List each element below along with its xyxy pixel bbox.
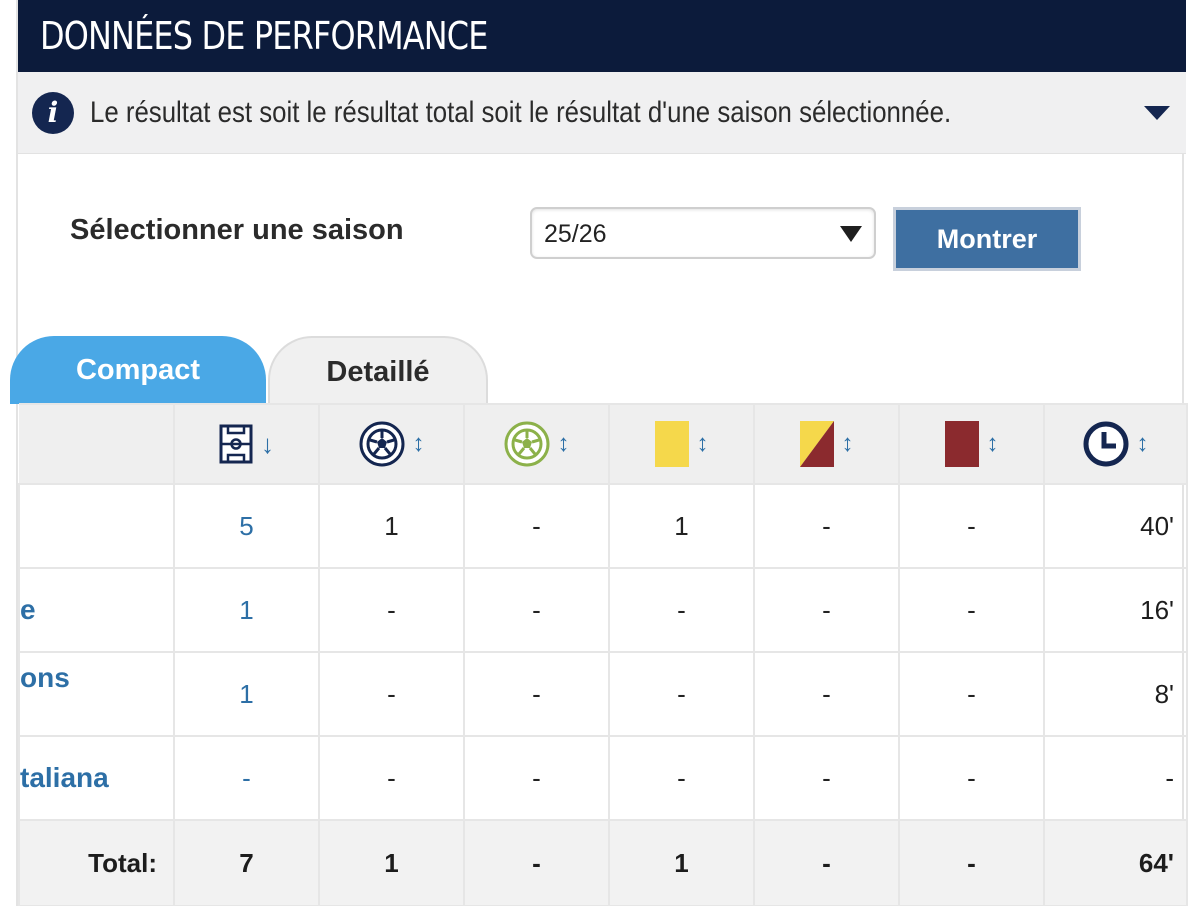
header-goals[interactable]: ↕ bbox=[318, 403, 465, 485]
tab-compact[interactable]: Compact bbox=[10, 336, 266, 404]
sort-arrow-icon[interactable]: ↕ bbox=[413, 432, 425, 456]
performance-table: ↓ ↕ ↕ ↕ ↕ ↕ ↕ 5 1 - 1 - - 40' e 1 - - - … bbox=[18, 403, 1188, 906]
pitch-icon bbox=[219, 424, 253, 464]
yellow-red-cards-value: - bbox=[753, 483, 900, 569]
header-yellow-red-cards[interactable]: ↕ bbox=[753, 403, 900, 485]
header-minutes[interactable]: ↕ bbox=[1043, 403, 1188, 485]
sort-arrow-icon[interactable]: ↕ bbox=[842, 432, 854, 456]
appearances-link[interactable]: 5 bbox=[173, 483, 320, 569]
red-cards-value: - bbox=[898, 651, 1045, 737]
sort-arrow-icon[interactable]: ↕ bbox=[987, 432, 999, 456]
header-appearances[interactable]: ↓ bbox=[173, 403, 320, 485]
yellow-cards-value: - bbox=[608, 651, 755, 737]
goal-ball-icon bbox=[359, 421, 404, 467]
dropdown-arrow-icon bbox=[840, 226, 862, 242]
panel-title: DONNÉES DE PERFORMANCE bbox=[40, 14, 488, 58]
assist-ball-icon bbox=[504, 421, 549, 467]
sort-arrow-icon[interactable]: ↕ bbox=[697, 432, 709, 456]
red-cards-value: - bbox=[898, 567, 1045, 653]
total-minutes: 64' bbox=[1043, 819, 1188, 906]
info-icon: i bbox=[32, 92, 74, 134]
minutes-clock-icon bbox=[1083, 421, 1128, 467]
yellow-cards-value: - bbox=[608, 567, 755, 653]
assists-value: - bbox=[463, 735, 610, 821]
yellow-cards-value: 1 bbox=[608, 483, 755, 569]
panel-header: DONNÉES DE PERFORMANCE bbox=[18, 0, 1186, 72]
yellow-cards-value: - bbox=[608, 735, 755, 821]
competition-link[interactable]: ons bbox=[18, 651, 175, 737]
header-red-cards[interactable]: ↕ bbox=[898, 403, 1045, 485]
sort-arrow-icon[interactable]: ↕ bbox=[1137, 432, 1149, 456]
red-card-icon bbox=[944, 421, 979, 467]
table-row: taliana - - - - - - - bbox=[18, 735, 1188, 821]
assists-value: - bbox=[463, 483, 610, 569]
minutes-value: 16' bbox=[1043, 567, 1188, 653]
season-label: Sélectionner une saison bbox=[70, 214, 404, 246]
header-competition bbox=[19, 403, 175, 485]
tab-detailed[interactable]: Detaillé bbox=[268, 336, 488, 404]
assists-value: - bbox=[463, 567, 610, 653]
minutes-value: - bbox=[1043, 735, 1188, 821]
total-label: Total: bbox=[18, 819, 175, 906]
table-row: e 1 - - - - - 16' bbox=[18, 567, 1188, 653]
info-text: Le résultat est soit le résultat total s… bbox=[90, 96, 952, 129]
minutes-value: 8' bbox=[1043, 651, 1188, 737]
season-select-value: 25/26 bbox=[544, 220, 607, 248]
performance-panel: DONNÉES DE PERFORMANCE i Le résultat est… bbox=[10, 0, 1188, 906]
total-yellow-cards: 1 bbox=[608, 819, 755, 906]
yellow-card-icon bbox=[654, 421, 689, 467]
yellow-red-cards-value: - bbox=[753, 567, 900, 653]
red-cards-value: - bbox=[898, 483, 1045, 569]
goals-value: - bbox=[318, 735, 465, 821]
appearances-link[interactable]: 1 bbox=[173, 567, 320, 653]
goals-value: - bbox=[318, 567, 465, 653]
total-yellow-red-cards: - bbox=[753, 819, 900, 906]
yellow-red-cards-value: - bbox=[753, 735, 900, 821]
show-button[interactable]: Montrer bbox=[893, 207, 1081, 271]
appearances-link[interactable]: 1 bbox=[173, 651, 320, 737]
total-goals: 1 bbox=[318, 819, 465, 906]
total-row: Total: 7 1 - 1 - - 64' bbox=[18, 819, 1188, 906]
season-select[interactable]: 25/26 bbox=[530, 207, 876, 259]
info-bar[interactable]: i Le résultat est soit le résultat total… bbox=[18, 72, 1186, 154]
assists-value: - bbox=[463, 651, 610, 737]
chevron-down-icon[interactable] bbox=[1144, 106, 1170, 120]
competition-link[interactable]: e bbox=[18, 567, 175, 653]
total-appearances: 7 bbox=[173, 819, 320, 906]
header-yellow-cards[interactable]: ↕ bbox=[608, 403, 755, 485]
competition-link[interactable] bbox=[18, 483, 175, 569]
goals-value: 1 bbox=[318, 483, 465, 569]
sort-arrow-icon[interactable]: ↕ bbox=[558, 432, 570, 456]
total-red-cards: - bbox=[898, 819, 1045, 906]
minutes-value: 40' bbox=[1043, 483, 1188, 569]
yellow-red-cards-value: - bbox=[753, 651, 900, 737]
goals-value: - bbox=[318, 651, 465, 737]
red-cards-value: - bbox=[898, 735, 1045, 821]
table-row: ons 1 - - - - - 8' bbox=[18, 651, 1188, 737]
table-header-row: ↓ ↕ ↕ ↕ ↕ ↕ ↕ bbox=[19, 403, 1188, 485]
appearances-link[interactable]: - bbox=[173, 735, 320, 821]
yellow-red-card-icon bbox=[799, 421, 834, 467]
total-assists: - bbox=[463, 819, 610, 906]
header-assists[interactable]: ↕ bbox=[463, 403, 610, 485]
competition-link[interactable]: taliana bbox=[18, 735, 175, 821]
sort-arrow-icon[interactable]: ↓ bbox=[261, 431, 274, 457]
table-row: 5 1 - 1 - - 40' bbox=[18, 483, 1188, 569]
